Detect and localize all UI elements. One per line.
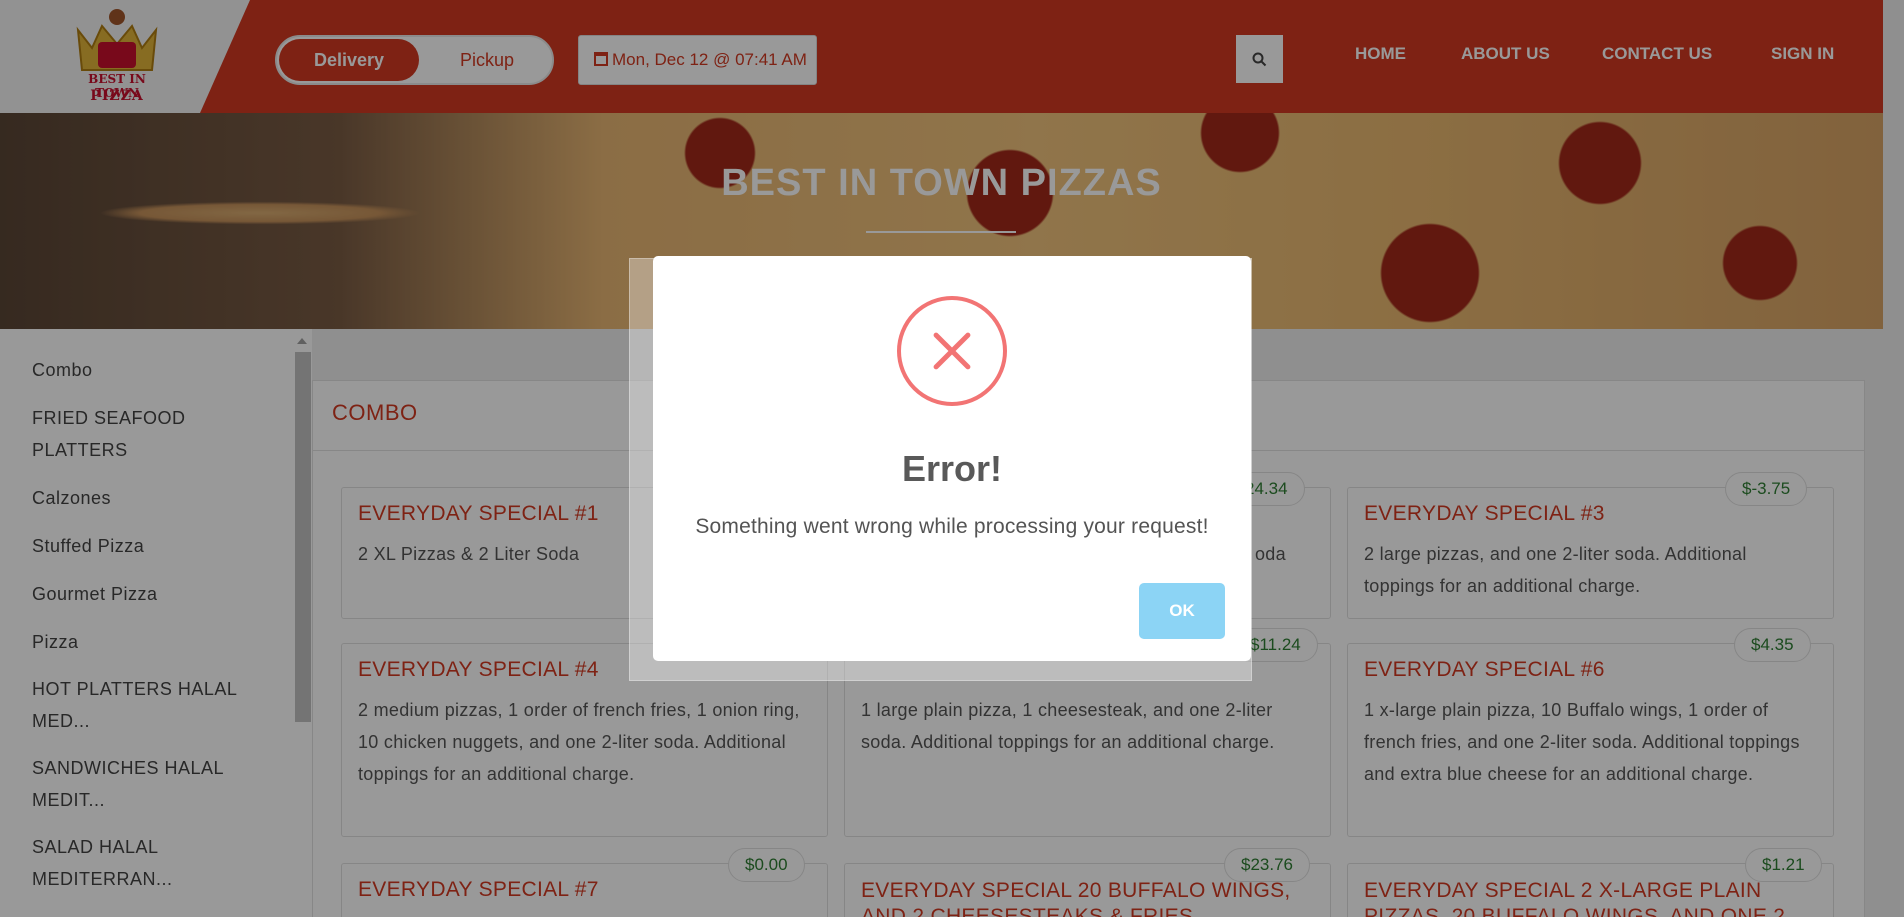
error-dialog: Error! Something went wrong while proces…: [653, 256, 1251, 661]
dialog-title: Error!: [901, 448, 1003, 489]
error-x-icon: [897, 296, 1007, 406]
dialog-message: Something went wrong while processing yo…: [695, 515, 1209, 538]
ok-button[interactable]: OK: [1139, 583, 1225, 639]
